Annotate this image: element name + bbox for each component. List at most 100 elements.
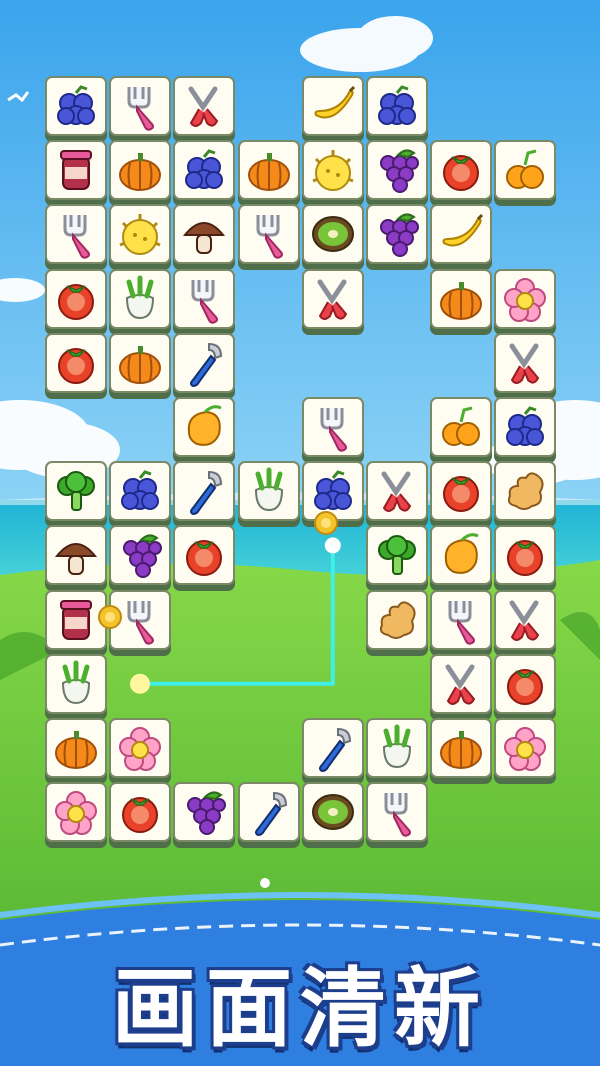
pumpkin-icon bbox=[119, 153, 162, 192]
tile-banana[interactable] bbox=[430, 204, 493, 271]
tile-pumpkin[interactable] bbox=[430, 718, 493, 784]
broccoli-icon bbox=[57, 471, 95, 512]
tile-fork[interactable] bbox=[301, 397, 364, 463]
tile-kiwi[interactable] bbox=[301, 204, 364, 271]
tile-scissors[interactable] bbox=[301, 268, 364, 335]
tile-grape-bunch[interactable] bbox=[173, 782, 236, 849]
tile-fork[interactable] bbox=[109, 589, 172, 656]
tile-peeler[interactable] bbox=[173, 461, 236, 528]
grape-bunch-icon bbox=[123, 534, 163, 579]
tile-orange[interactable] bbox=[494, 140, 557, 207]
tile-tomato[interactable] bbox=[45, 332, 107, 399]
tile-jam-jar[interactable] bbox=[45, 140, 107, 207]
broccoli-icon bbox=[378, 535, 416, 576]
tile-pumpkin[interactable] bbox=[430, 268, 493, 335]
grapes-icon bbox=[185, 149, 224, 190]
tomato-icon bbox=[443, 155, 480, 192]
tile-pumpkin[interactable] bbox=[237, 140, 300, 207]
tile-durian[interactable] bbox=[109, 204, 172, 271]
tile-scissors[interactable] bbox=[494, 589, 557, 656]
tile-radish[interactable] bbox=[237, 461, 300, 528]
tile-pumpkin[interactable] bbox=[45, 718, 107, 784]
banana-icon bbox=[442, 214, 484, 247]
tile-durian[interactable] bbox=[301, 140, 364, 207]
tile-mushroom[interactable] bbox=[45, 525, 107, 592]
tile-pumpkin[interactable] bbox=[109, 332, 172, 399]
tile-kiwi[interactable] bbox=[301, 782, 364, 849]
tile-tomato[interactable] bbox=[173, 525, 236, 592]
tile-fork[interactable] bbox=[366, 782, 428, 849]
pumpkin-icon bbox=[119, 345, 162, 384]
tile-grapes[interactable] bbox=[109, 461, 172, 528]
peeler-icon bbox=[190, 342, 223, 387]
tile-grape-bunch[interactable] bbox=[109, 525, 172, 592]
tile-fork[interactable] bbox=[173, 268, 236, 335]
mushroom-icon bbox=[183, 222, 226, 255]
grapes-icon bbox=[313, 470, 352, 511]
tile-fork[interactable] bbox=[430, 589, 493, 656]
mushroom-icon bbox=[54, 543, 98, 576]
tile-broccoli[interactable] bbox=[366, 525, 428, 592]
tile-grape-bunch[interactable] bbox=[366, 204, 428, 271]
tile-radish[interactable] bbox=[109, 268, 172, 335]
peeler-icon bbox=[254, 792, 287, 837]
fork-icon bbox=[191, 279, 219, 324]
tile-orange[interactable] bbox=[430, 397, 493, 463]
pumpkin-icon bbox=[440, 731, 483, 769]
tile-flower[interactable] bbox=[109, 718, 172, 784]
fork-icon bbox=[320, 408, 347, 452]
tile-grapes[interactable] bbox=[173, 140, 236, 207]
tile-scissors[interactable] bbox=[430, 653, 493, 720]
scissors-icon bbox=[509, 343, 540, 384]
tile-tomato[interactable] bbox=[45, 268, 107, 335]
tomato-icon bbox=[58, 347, 94, 384]
tile-tomato[interactable] bbox=[109, 782, 172, 849]
flower-icon bbox=[55, 791, 97, 836]
tile-tomato[interactable] bbox=[494, 653, 557, 720]
tile-peeler[interactable] bbox=[301, 718, 364, 784]
tile-pumpkin[interactable] bbox=[109, 140, 172, 207]
tile-tomato[interactable] bbox=[430, 140, 493, 207]
tile-mango[interactable] bbox=[430, 525, 493, 592]
jam-jar-icon bbox=[60, 599, 92, 640]
grape-bunch-icon bbox=[380, 149, 419, 194]
tile-peeler[interactable] bbox=[237, 782, 300, 849]
durian-icon bbox=[312, 150, 354, 192]
tile-tomato[interactable] bbox=[494, 525, 557, 592]
tile-flower[interactable] bbox=[494, 718, 557, 784]
tile-tomato[interactable] bbox=[430, 461, 493, 528]
tile-ginger[interactable] bbox=[494, 461, 557, 528]
tile-flower[interactable] bbox=[45, 782, 107, 849]
tile-peeler[interactable] bbox=[173, 332, 236, 399]
tile-mushroom[interactable] bbox=[173, 204, 236, 271]
tile-jam-jar[interactable] bbox=[45, 589, 107, 656]
tile-broccoli[interactable] bbox=[45, 461, 107, 528]
durian-icon bbox=[119, 214, 161, 256]
tile-mango[interactable] bbox=[173, 397, 236, 463]
tile-banana[interactable] bbox=[301, 76, 364, 142]
tile-ginger[interactable] bbox=[366, 589, 428, 656]
tile-grapes[interactable] bbox=[494, 397, 557, 463]
tile-scissors[interactable] bbox=[173, 76, 236, 142]
tile-grape-bunch[interactable] bbox=[366, 140, 428, 207]
tile-radish[interactable] bbox=[366, 718, 428, 784]
radish-icon bbox=[254, 467, 283, 512]
tile-radish[interactable] bbox=[45, 653, 107, 720]
tile-grapes[interactable] bbox=[366, 76, 428, 142]
grape-bunch-icon bbox=[187, 791, 227, 836]
tile-grapes[interactable] bbox=[45, 76, 107, 142]
tile-flower[interactable] bbox=[494, 268, 557, 335]
tile-fork[interactable] bbox=[237, 204, 300, 271]
tile-fork[interactable] bbox=[45, 204, 107, 271]
tile-scissors[interactable] bbox=[366, 461, 428, 528]
tomato-icon bbox=[443, 476, 480, 513]
tile-grapes[interactable] bbox=[301, 461, 364, 528]
grapes-icon bbox=[57, 85, 95, 125]
banner-title: 画面清新 bbox=[112, 959, 488, 1059]
tile-fork[interactable] bbox=[109, 76, 172, 142]
grapes-icon bbox=[506, 406, 545, 446]
tomato-icon bbox=[186, 540, 223, 577]
tomato-icon bbox=[122, 797, 159, 834]
tile-scissors[interactable] bbox=[494, 332, 557, 399]
game-scene: 画面清新 bbox=[0, 0, 600, 1066]
